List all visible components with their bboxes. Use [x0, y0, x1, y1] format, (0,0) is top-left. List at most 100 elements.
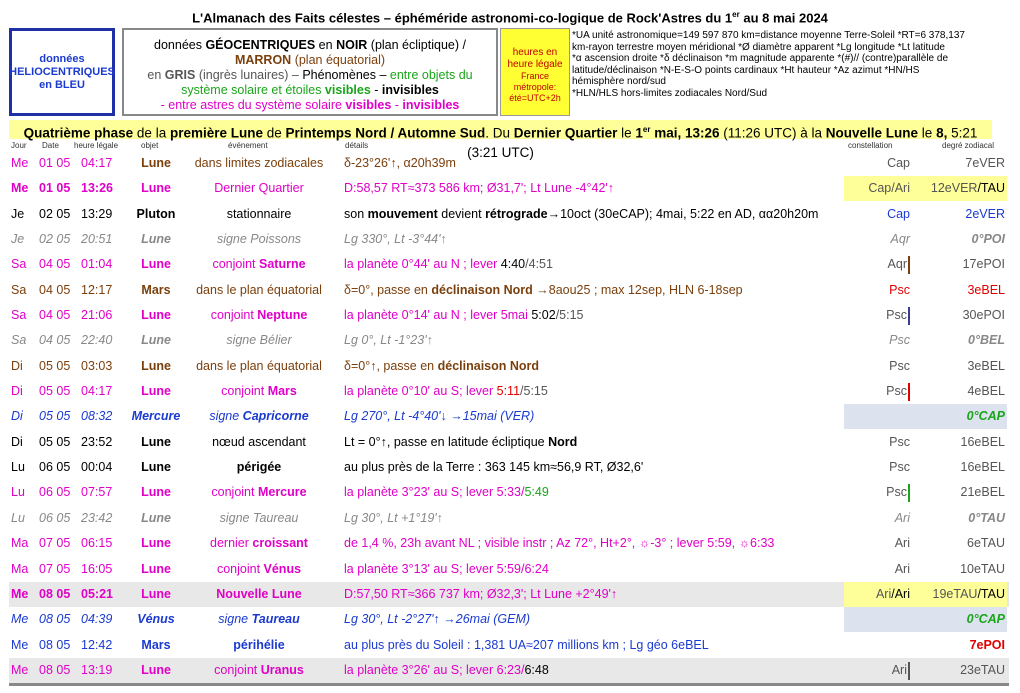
cell-constellation: Psc: [844, 480, 914, 505]
cell-jour: Sa: [11, 257, 27, 272]
header-constellation: constellation: [848, 141, 893, 150]
cell-date: 01 05: [39, 181, 71, 196]
cell-heure: 06:15: [81, 536, 113, 551]
cell-heure: 13:26: [81, 181, 113, 196]
cell-constellation: Psc: [844, 379, 914, 404]
cell-evenement: signe Taureau: [219, 510, 299, 525]
cell-evenement: signe Taureau: [218, 612, 300, 627]
cell-evenement: conjoint Mercure: [211, 485, 307, 500]
table-row: Ma 07 05 16:05 Lune conjoint Vénus la pl…: [9, 557, 1009, 582]
header-objet: objet: [141, 141, 159, 150]
cell-constellation: Ari: [894, 510, 910, 525]
table-row: Me 08 05 13:19 Lune conjoint Uranus la p…: [9, 657, 1009, 687]
cell-evenement: dans le plan équatorial: [196, 358, 322, 373]
header-heure: heure légale: [74, 141, 119, 150]
cell-evenement: signe Bélier: [226, 333, 292, 348]
cell-evenement: stationnaire: [226, 206, 292, 221]
table-row: Di 05 05 04:17 Lune conjoint Mars la pla…: [9, 379, 1009, 404]
cell-date: 04 05: [39, 333, 71, 348]
cell-degre: 0°TAU: [968, 510, 1005, 525]
cell-heure: 12:17: [81, 282, 113, 297]
cell-details: D:57,50 RT≈366 737 km; Ø32,3'; Lt Lune +…: [344, 586, 618, 601]
table-row: Ma 07 05 06:15 Lune dernier croissant de…: [9, 531, 1009, 556]
cell-constellation: Psc: [889, 358, 910, 373]
cell-constellation: Aqr: [890, 232, 910, 247]
cell-jour: Me: [11, 637, 29, 652]
cell-evenement: dans limites zodiacales: [194, 156, 324, 170]
cell-heure: 04:17: [81, 156, 113, 170]
cell-date: 05 05: [39, 358, 71, 373]
cell-constellation: Ari: [894, 536, 910, 551]
cell-heure: 13:29: [81, 206, 113, 221]
cell-constellation: [844, 607, 914, 633]
cell-jour: Sa: [11, 282, 27, 297]
header-evenement: événement: [228, 141, 268, 150]
header-date: Date: [42, 141, 59, 150]
cell-constellation: Psc: [889, 282, 910, 297]
cell-constellation: Cap: [887, 206, 910, 221]
cell-date: 06 05: [39, 510, 71, 525]
cell-details: Lt = 0°↑, passe en latitude écliptique N…: [344, 434, 578, 449]
cell-constellation: Cap: [887, 156, 910, 170]
cell-constellation: [844, 404, 914, 430]
cell-heure: 16:05: [81, 561, 113, 576]
cell-details: Lg 270°, Lt -4°40'↓ →15mai (VER): [344, 409, 535, 424]
cell-evenement: conjoint Uranus: [214, 662, 304, 677]
table-row: Sa 04 05 21:06 Lune conjoint Neptune la …: [9, 303, 1009, 328]
table-row: Je 02 05 13:29 Pluton stationnaire son m…: [9, 202, 1009, 227]
cell-heure: 20:51: [81, 232, 113, 247]
cell-degre: 23eTAU: [960, 662, 1005, 677]
cell-heure: 07:57: [81, 485, 113, 500]
cell-jour: Lu: [11, 510, 25, 525]
cell-jour: Ma: [11, 561, 29, 576]
cell-degre: 4eBEL: [967, 384, 1005, 399]
cell-date: 08 05: [39, 637, 71, 652]
cell-evenement: conjoint Saturne: [212, 257, 306, 272]
cell-details: de 1,4 %, 23h avant NL ; visible instr ;…: [344, 536, 775, 551]
cell-details: son mouvement devient rétrograde→10oct (…: [344, 206, 819, 221]
cell-date: 04 05: [39, 257, 71, 272]
cell-details: la planète 0°10' au S; lever 5:11/5:15: [344, 384, 548, 399]
cell-jour: Je: [11, 232, 25, 247]
cell-details: Lg 30°, Lt +1°19'↑: [344, 510, 443, 525]
cell-degre: 2eVER: [965, 206, 1005, 221]
cell-date: 05 05: [39, 434, 71, 449]
page-title: L'Almanach des Faits célestes – éphéméri…: [192, 10, 828, 26]
cell-heure: 22:40: [81, 333, 113, 348]
cell-constellation: Psc: [889, 333, 910, 348]
cell-degre: 6eTAU: [967, 536, 1005, 551]
cell-jour: Di: [11, 384, 23, 399]
cell-jour: Di: [11, 358, 23, 373]
cell-details: la planète 3°26' au S; lever 6:23/6:48: [344, 662, 549, 677]
cell-date: 08 05: [39, 662, 71, 677]
cell-degre: 17ePOI: [962, 257, 1005, 272]
cell-details: Lg 30°, Lt -2°27'↑ →26mai (GEM): [344, 612, 531, 627]
table-row: Di 05 05 23:52 Lune nœud ascendant Lt = …: [9, 430, 1009, 455]
table-row: Sa 04 05 22:40 Lune signe Bélier Lg 0°, …: [9, 328, 1009, 353]
legend-heliocentric: données HELIOCENTRIQUES en BLEU: [9, 28, 115, 116]
cell-heure: 01:04: [81, 257, 113, 272]
table-row: Di 05 05 03:03 Lune dans le plan équator…: [9, 354, 1009, 379]
header-degre: degré zodiacal: [942, 141, 995, 150]
cell-details: la planète 3°23' au S; lever 5:33/5:49: [344, 485, 549, 500]
marker-bar: [908, 382, 910, 401]
cell-evenement: Dernier Quartier: [214, 181, 304, 196]
cell-degre: 7ePOI: [969, 637, 1005, 652]
marker-bar: [908, 306, 910, 325]
cell-degre: 12eVER/TAU: [914, 176, 1007, 202]
cell-jour: Di: [11, 409, 23, 424]
marker-bar: [908, 256, 910, 275]
cell-details: au plus près du Soleil : 1,381 UA≈207 mi…: [344, 637, 709, 652]
cell-constellation: Ari: [894, 561, 910, 576]
cell-jour: Di: [11, 434, 23, 449]
phase-banner: Quatrième phase de la première Lune de P…: [9, 120, 992, 160]
cell-degre: 0°CAP: [914, 607, 1007, 633]
table-row: Sa 04 05 12:17 Mars dans le plan équator…: [9, 278, 1009, 303]
cell-evenement: périhélie: [233, 637, 285, 652]
cell-heure: 04:39: [81, 612, 113, 627]
cell-evenement: périgée: [236, 460, 282, 475]
cell-heure: 00:04: [81, 460, 113, 475]
cell-degre: 21eBEL: [960, 485, 1005, 500]
cell-heure: 12:42: [81, 637, 113, 652]
cell-constellation: [844, 633, 914, 658]
